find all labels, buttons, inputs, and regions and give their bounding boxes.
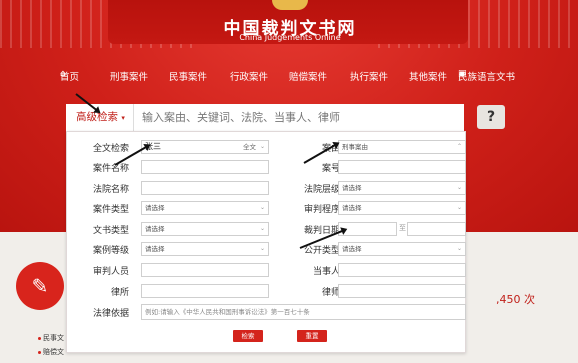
judge-date-to-input[interactable] bbox=[407, 222, 466, 236]
nav-item-other[interactable]: 其他案件 bbox=[409, 69, 447, 83]
list-item[interactable]: 赔偿文 bbox=[38, 347, 64, 357]
nav-item-ethnic-language-label: 民族语言文书 bbox=[458, 72, 516, 83]
nav-item-civil[interactable]: 民事案件 bbox=[169, 69, 207, 83]
site-subtitle: China Judgements Online bbox=[239, 33, 341, 42]
public-type-value: 请选择 bbox=[342, 245, 362, 253]
court-name-label: 法院名称 bbox=[92, 185, 129, 195]
case-type-label: 案件类型 bbox=[92, 205, 129, 215]
law-firm-label: 律所 bbox=[110, 288, 129, 298]
case-type-select[interactable]: 请选择 ⌄ bbox=[141, 201, 269, 215]
cause-value: 刑事案由 bbox=[342, 143, 368, 151]
chevron-down-icon: ⌄ bbox=[456, 184, 462, 191]
fulltext-input[interactable]: 张三 全文 ⌄ bbox=[141, 140, 269, 154]
chevron-down-icon: ⌄ bbox=[456, 204, 462, 211]
nav-home-label: 首页 bbox=[60, 72, 80, 83]
keyword-search-input[interactable]: 输入案由、关键词、法院、当事人、律师 bbox=[134, 104, 464, 131]
cause-select[interactable]: 刑事案由 ⌃ bbox=[338, 140, 466, 154]
fulltext-scope[interactable]: 全文 bbox=[243, 141, 256, 153]
doc-type-label: 文书类型 bbox=[92, 226, 129, 236]
fulltext-label: 全文检索 bbox=[92, 144, 129, 154]
public-type-select[interactable]: 请选择 ⌄ bbox=[338, 242, 466, 256]
case-type-value: 请选择 bbox=[145, 204, 165, 212]
document-edit-icon: ✎ bbox=[16, 262, 64, 310]
list-item[interactable]: 民事文 bbox=[38, 333, 64, 343]
court-level-label: 法院层级 bbox=[303, 185, 340, 195]
visit-count: ,450 次 bbox=[496, 293, 535, 306]
judge-person-label: 审判人员 bbox=[92, 267, 129, 277]
nav-item-enforcement[interactable]: 执行案件 bbox=[350, 69, 388, 83]
trial-procedure-select[interactable]: 请选择 ⌄ bbox=[338, 201, 466, 215]
court-name-input[interactable] bbox=[141, 181, 269, 195]
reset-button[interactable]: 重置 bbox=[297, 330, 327, 342]
legal-basis-label: 法律依据 bbox=[92, 309, 129, 319]
court-level-select[interactable]: 请选择 ⌄ bbox=[338, 181, 466, 195]
nav-item-compensation[interactable]: 赔偿案件 bbox=[289, 69, 327, 83]
help-button[interactable]: ? bbox=[477, 105, 505, 129]
case-name-input[interactable] bbox=[141, 160, 269, 174]
advanced-search-panel: 全文检索 张三 全文 ⌄ 案由 刑事案由 ⌃ 案件名称 案号 法院名称 法院层级… bbox=[66, 131, 466, 353]
case-no-label: 案号 bbox=[321, 164, 340, 174]
lawyer-label: 律师 bbox=[321, 288, 340, 298]
party-label: 当事人 bbox=[312, 267, 340, 277]
trial-procedure-label: 审判程序 bbox=[303, 205, 340, 215]
trial-procedure-value: 请选择 bbox=[342, 204, 362, 212]
case-level-label: 案例等级 bbox=[92, 246, 129, 256]
case-level-value: 请选择 bbox=[145, 245, 165, 253]
search-button[interactable]: 检索 bbox=[233, 330, 263, 342]
chevron-down-icon: ⌄ bbox=[259, 245, 265, 252]
case-no-input[interactable] bbox=[338, 160, 466, 174]
chevron-down-icon: ⌄ bbox=[456, 245, 462, 252]
chevron-up-icon: ⌃ bbox=[456, 143, 462, 150]
law-firm-input[interactable] bbox=[141, 284, 269, 298]
lawyer-input[interactable] bbox=[338, 284, 466, 298]
chevron-down-icon: ▾ bbox=[121, 114, 125, 122]
date-separator: 至 bbox=[399, 224, 406, 232]
nav-item-criminal[interactable]: 刑事案件 bbox=[110, 69, 148, 83]
case-level-select[interactable]: 请选择 ⌄ bbox=[141, 242, 269, 256]
doc-type-value: 请选择 bbox=[145, 225, 165, 233]
court-level-value: 请选择 bbox=[342, 184, 362, 192]
judge-person-input[interactable] bbox=[141, 263, 269, 277]
main-nav: ⌂ 首页 刑事案件 民事案件 行政案件 赔偿案件 执行案件 其他案件 ▣ 民族语言文… bbox=[0, 69, 578, 83]
nav-item-administrative[interactable]: 行政案件 bbox=[230, 69, 268, 83]
national-emblem-icon bbox=[272, 0, 308, 10]
party-input[interactable] bbox=[338, 263, 466, 277]
chevron-down-icon: ⌄ bbox=[259, 204, 265, 211]
doc-type-select[interactable]: 请选择 ⌄ bbox=[141, 222, 269, 236]
chevron-down-icon: ⌄ bbox=[259, 225, 265, 232]
chevron-down-icon: ⌄ bbox=[259, 143, 265, 150]
legal-basis-input[interactable]: 例如:请输入《中华人民共和国刑事诉讼法》第一百七十条 bbox=[141, 304, 466, 320]
